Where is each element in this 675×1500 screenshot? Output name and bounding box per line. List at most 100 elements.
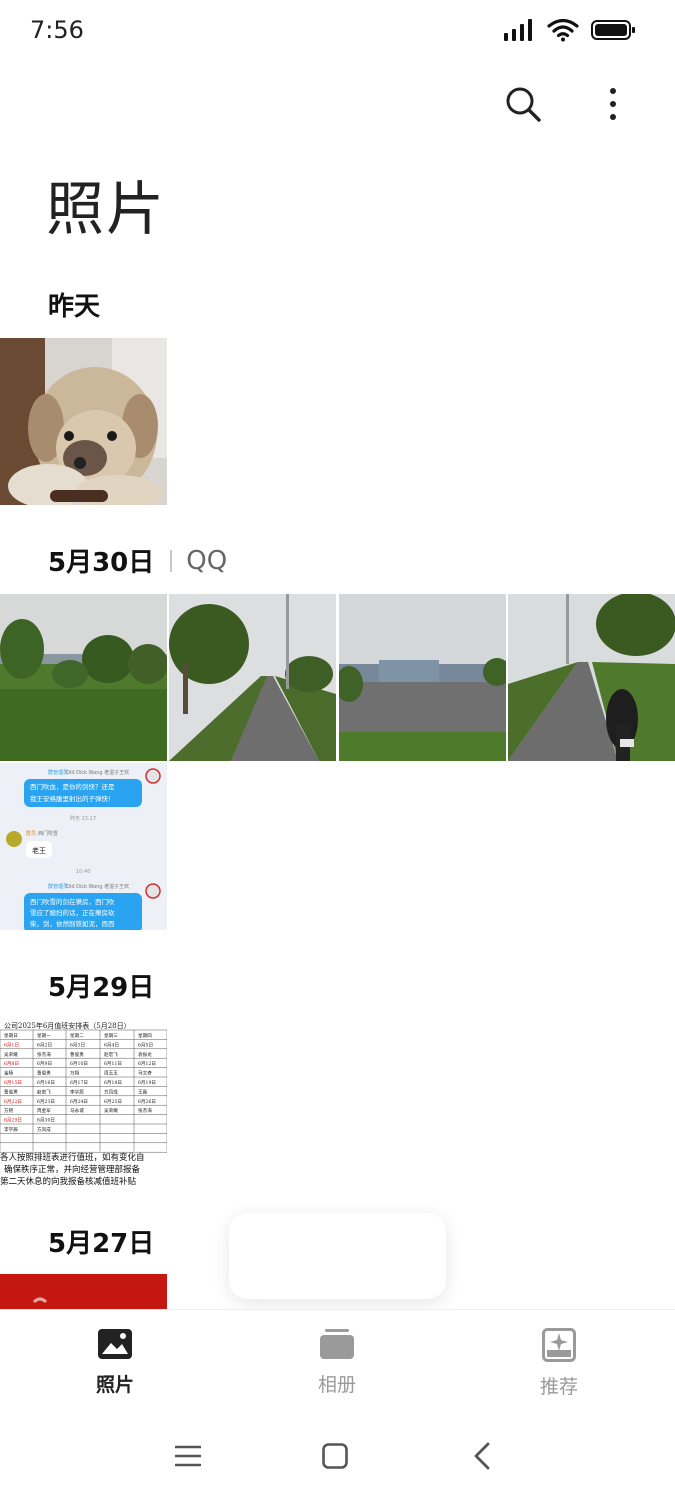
schedule-cell: 6月1日 [4,1042,19,1048]
tab-label: 相册 [317,1374,356,1396]
albums-icon [319,1328,355,1364]
tab-recommend[interactable]: 推荐 [499,1328,619,1399]
svg-text:群管理员: 群管理员 [48,883,68,890]
search-icon [504,85,542,127]
wifi-icon [547,18,579,46]
schedule-cell: 曹俊勇 [70,1051,84,1058]
search-button[interactable] [501,82,545,130]
schedule-cell: 6月5日 [138,1042,153,1048]
schedule-footer-line: 各人按照排班表进行值班，如有变化自 [0,1152,145,1163]
home-square-icon [322,1443,348,1473]
home-button[interactable] [315,1438,355,1478]
svg-text:Old Dick Wang 老湿子王欢: Old Dick Wang 老湿子王欢 [66,883,129,890]
photo-thumbnail-chat-screenshot[interactable]: 群管理员 Old Dick Wang 老湿子王欢 西门吹血，是你的剑快？还是 我… [0,763,167,930]
menu-icon [174,1445,202,1471]
schedule-cell: 周玉玉 [104,1071,118,1077]
chat-sender-name: 西门吹雪 [38,830,58,837]
tab-photos[interactable]: 照片 [55,1328,175,1397]
chat-tag-member: 群员 [26,830,36,837]
schedule-cell: 6月15日 [4,1080,22,1086]
chat-timestamp: 10:40 [76,869,90,875]
photo-thumbnail-scooter-road[interactable] [508,594,675,761]
schedule-cell: 星期四 [138,1033,152,1039]
schedule-cell: 6月3日 [70,1042,85,1048]
schedule-cell: 星期日 [4,1033,18,1039]
section-date-label: 5月30日 [48,548,155,578]
chat-bubble-text: 雪应了媳妇的话，正在樂房砍 [30,908,115,917]
recent-apps-button[interactable] [168,1438,208,1478]
section-source-label: QQ [186,545,228,576]
schedule-cell: 马文奇 [138,1070,152,1077]
schedule-cell: 王磊 [138,1089,148,1095]
schedule-cell: 6月19日 [138,1080,156,1086]
section-date-label: 5月27日 [48,1229,155,1259]
schedule-cell: 6月18日 [104,1080,122,1086]
schedule-cell: 方凤成 [37,1126,51,1133]
back-button[interactable] [462,1438,502,1478]
section-date-label: 5月29日 [48,973,155,1003]
page-title: 照片 [46,175,167,243]
status-time: 7:56 [30,16,84,44]
photos-icon [97,1328,133,1364]
chat-tag-admin: 群管理员 [48,769,68,776]
photo-thumbnail-puppy[interactable] [0,338,167,505]
chat-sender-name: Old Dick Wang 老湿子王欢 [66,769,129,776]
schedule-cell: 马永城 [70,1107,84,1114]
photo-thumbnail-factory-lot[interactable] [339,594,506,761]
back-chevron-icon [473,1442,491,1474]
battery-icon [591,19,637,45]
schedule-cell: 金杨 [4,1070,14,1077]
tab-albums[interactable]: 相册 [277,1328,397,1397]
schedule-cell: 6月24日 [70,1099,88,1105]
schedule-cell: 6月23日 [37,1099,55,1105]
schedule-cell: 6月10日 [70,1061,88,1067]
schedule-cell: 方舸 [4,1107,14,1114]
schedule-cell: 星期一 [37,1033,51,1039]
more-vertical-icon [609,87,617,125]
section-date-label: 昨天 [48,292,101,322]
schedule-footer-line: 第二天休息的向我报备核减值班补贴 [0,1176,137,1187]
schedule-cell: 李学辰 [4,1126,18,1133]
status-icons [503,18,637,46]
schedule-cell: 袁振龙 [138,1051,152,1058]
photo-thumbnail-field-trees[interactable] [0,594,167,761]
photo-thumbnail-red[interactable] [0,1274,167,1309]
schedule-cell: 6月16日 [37,1080,55,1086]
chat-bubble-text: 我王安格腹里射出的子弹快！ [30,794,115,803]
schedule-cell: 星期二 [70,1033,84,1039]
section-date-may27: 5月27日 [48,1223,154,1260]
schedule-cell: 6月8日 [4,1061,19,1067]
schedule-cell: 6月22日 [4,1099,22,1105]
schedule-cell: 6月9日 [37,1061,52,1067]
section-date-may29: 5月29日 [48,967,154,1004]
schedule-cell: 6月26日 [138,1099,156,1105]
schedule-cell: 6月2日 [37,1042,52,1048]
chat-timestamp: 昨天 23:17 [70,815,96,822]
top-actions [501,82,635,130]
chat-bubble-text: 西门吹雪的剑在樂房，西门吹 [30,897,115,906]
schedule-cell: 星期三 [104,1033,118,1039]
schedule-cell: 李学辰 [70,1088,84,1095]
chat-bubble-text: 西门吹血，是你的剑快？还是 [30,782,115,791]
photo-thumbnail-road-trees[interactable] [169,594,336,761]
section-date-yesterday: 昨天 [48,286,100,323]
schedule-cell: 周金军 [37,1107,51,1114]
schedule-cell: 吴荣耀 [4,1051,18,1058]
schedule-cell: 6月25日 [104,1099,122,1105]
schedule-cell: 曹俊勇 [4,1088,18,1095]
schedule-cell: 吴荣耀 [104,1107,118,1114]
tab-label: 推荐 [539,1376,578,1398]
schedule-cell: 张杰海 [138,1107,152,1114]
schedule-title: 公司2025年6月值班安排表（5月28日） [4,1021,131,1030]
tab-label: 照片 [95,1374,134,1396]
photo-thumbnail-schedule-document[interactable]: 公司2025年6月值班安排表（5月28日） 星期日 星期一 星期二 星期三 星期四 6月1… [0,1020,167,1187]
schedule-cell: 张杰海 [37,1051,51,1058]
schedule-cell: 6月17日 [70,1080,88,1086]
more-options-button[interactable] [591,82,635,130]
schedule-cell: 6月30日 [37,1118,55,1124]
schedule-cell: 赵宏飞 [37,1088,51,1095]
schedule-cell: 6月11日 [104,1061,122,1067]
schedule-cell: 6月29日 [4,1118,22,1124]
chat-bubble-text: 老王 [32,846,46,855]
schedule-cell: 方凤成 [104,1088,118,1095]
